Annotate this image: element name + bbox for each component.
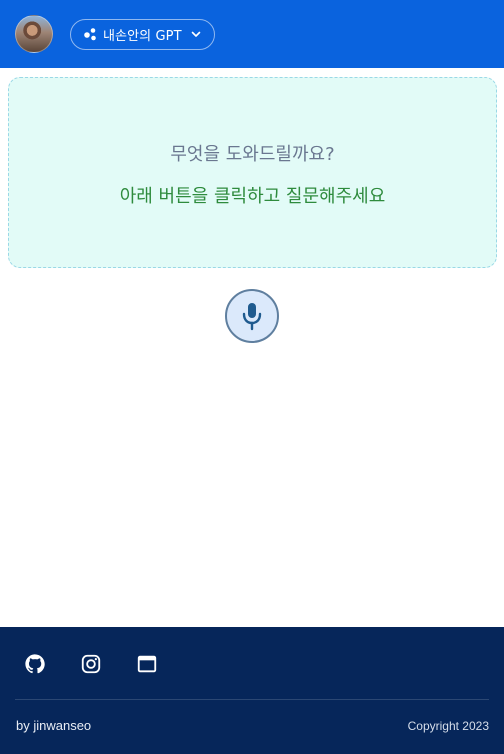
app-header: 내손안의 GPT [0, 0, 504, 68]
avatar[interactable] [15, 15, 53, 53]
mic-button[interactable] [225, 289, 279, 343]
prompt-card: 무엇을 도와드릴까요? 아래 버튼을 클릭하고 질문해주세요 [8, 77, 497, 268]
prompt-subtitle: 아래 버튼을 클릭하고 질문해주세요 [119, 185, 386, 207]
github-icon[interactable] [24, 653, 46, 675]
prompt-title: 무엇을 도와드릴까요? [170, 143, 335, 165]
chevron-down-icon [191, 31, 200, 37]
footer: by jinwanseo Copyright 2023 [0, 627, 504, 754]
footer-copyright: Copyright 2023 [407, 719, 489, 733]
instagram-icon[interactable] [80, 653, 102, 675]
microphone-icon [242, 303, 262, 331]
dots-icon [84, 28, 96, 41]
social-links [24, 653, 158, 675]
model-selector-button[interactable]: 내손안의 GPT [70, 18, 215, 50]
model-selector-label: 내손안의 GPT [103, 28, 182, 44]
footer-divider [15, 699, 489, 700]
browser-window-icon[interactable] [136, 653, 158, 675]
footer-byline: by jinwanseo [16, 718, 92, 733]
